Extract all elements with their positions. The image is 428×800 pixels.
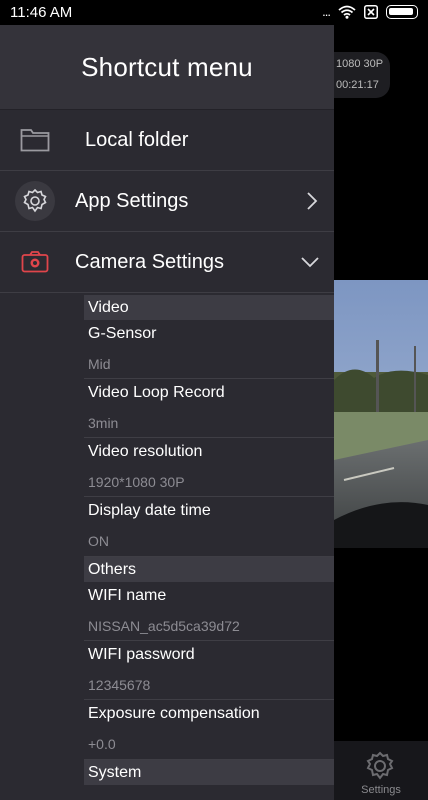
status-time: 11:46 AM	[10, 4, 73, 21]
badge-time: 00:21:17	[336, 79, 379, 91]
setting-name: Exposure compensation	[88, 705, 260, 722]
chevron-down-icon	[300, 255, 320, 273]
menu-label-camera-settings: Camera Settings	[75, 250, 224, 273]
setting-name: WIFI password	[88, 646, 195, 663]
notification-dots: ...	[322, 4, 331, 19]
setting-value: ON	[88, 533, 109, 549]
setting-name: Video resolution	[88, 443, 203, 460]
setting-exposure-compensation[interactable]: Exposure compensation +0.0	[84, 700, 334, 760]
menu-label-local-folder: Local folder	[85, 128, 189, 151]
menu-item-local-folder[interactable]: Local folder	[0, 110, 334, 171]
setting-wifi-name[interactable]: WIFI name NISSAN_ac5d5ca39d72	[84, 582, 334, 641]
folder-icon	[15, 120, 55, 160]
setting-name: Video Loop Record	[88, 384, 225, 401]
bottom-nav-settings[interactable]: Settings	[334, 741, 428, 800]
setting-g-sensor[interactable]: G-Sensor Mid	[84, 320, 334, 379]
battery-icon	[386, 4, 418, 19]
status-icons: ...	[322, 4, 418, 19]
setting-value: 12345678	[88, 677, 151, 693]
drawer-header: Shortcut menu	[0, 25, 334, 110]
setting-video-resolution[interactable]: Video resolution 1920*1080 30P	[84, 438, 334, 497]
setting-wifi-password[interactable]: WIFI password 12345678	[84, 641, 334, 700]
setting-value: NISSAN_ac5d5ca39d72	[88, 618, 240, 634]
drawer-title: Shortcut menu	[81, 51, 253, 82]
badge-resolution: 1080 30P	[336, 58, 384, 70]
camera-settings-list: Video G-Sensor Mid Video Loop Record 3mi…	[84, 295, 334, 785]
setting-video-loop-record[interactable]: Video Loop Record 3min	[84, 379, 334, 438]
section-header-others: Others	[84, 557, 334, 582]
shortcut-drawer: Shortcut menu Local folder App Settings	[0, 25, 334, 800]
section-header-video: Video	[84, 295, 334, 320]
camera-feed-image	[334, 280, 428, 548]
wifi-icon	[338, 5, 356, 19]
setting-name: Display date time	[88, 502, 211, 519]
menu-item-app-settings[interactable]: App Settings	[0, 171, 334, 232]
gear-icon	[15, 181, 55, 221]
setting-name: WIFI name	[88, 587, 167, 604]
bottom-nav-label: Settings	[361, 784, 401, 796]
setting-display-date-time[interactable]: Display date time ON	[84, 497, 334, 557]
menu-item-camera-settings[interactable]: Camera Settings	[0, 232, 334, 293]
menu-label-app-settings: App Settings	[75, 189, 189, 212]
setting-name: G-Sensor	[88, 325, 157, 342]
chevron-right-icon	[306, 191, 318, 216]
section-header-system: System	[84, 760, 334, 785]
setting-value: 3min	[88, 415, 119, 431]
setting-value: +0.0	[88, 736, 116, 752]
status-bar: 11:46 AM ...	[0, 0, 428, 25]
settings-gear-icon	[362, 749, 398, 788]
setting-value: Mid	[88, 356, 111, 372]
setting-value: 1920*1080 30P	[88, 474, 185, 490]
sim-x-icon	[364, 4, 378, 19]
camera-icon	[15, 242, 55, 282]
